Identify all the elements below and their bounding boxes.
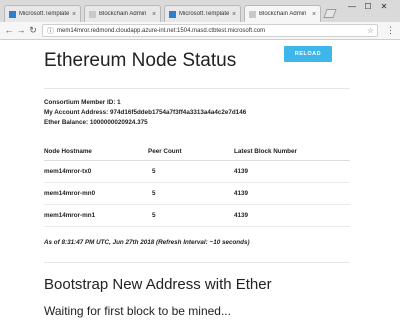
new-tab-button[interactable] bbox=[323, 9, 337, 18]
forward-arrow-icon[interactable]: → bbox=[16, 25, 26, 36]
bootstrap-section-title: Bootstrap New Address with Ether bbox=[44, 276, 272, 293]
hostname-cell: mem14mror-mn1 bbox=[44, 204, 148, 227]
page-content: Ethereum Node Status RELOAD Consortium M… bbox=[0, 40, 400, 325]
node-status-table: Node Hostname Peer Count Latest Block Nu… bbox=[44, 142, 350, 227]
column-header: Peer Count bbox=[148, 142, 234, 161]
account-info: Consortium Member ID: 1 My Account Addre… bbox=[44, 98, 246, 128]
column-header: Node Hostname bbox=[44, 142, 148, 161]
close-tab-icon[interactable]: × bbox=[230, 11, 238, 18]
url-text[interactable]: mem14mror.redmond.cloudapp.azure-int.net… bbox=[57, 28, 367, 34]
table-row: mem14mror-tx0 5 4139 bbox=[44, 160, 350, 183]
page-title: Ethereum Node Status bbox=[44, 50, 237, 71]
member-id-text: Consortium Member ID: 1 bbox=[44, 99, 121, 106]
block-number-cell: 4139 bbox=[234, 160, 350, 183]
table-row: mem14mror-mn1 5 4139 bbox=[44, 204, 350, 227]
divider bbox=[44, 88, 350, 89]
reload-button[interactable]: RELOAD bbox=[284, 46, 332, 62]
menu-kebab-icon[interactable]: ⋮ bbox=[386, 24, 395, 36]
browser-toolbar: ← → ↻ ⓘ mem14mror.redmond.cloudapp.azure… bbox=[0, 22, 400, 40]
tab-label: Microsoft.Template - Mi bbox=[19, 11, 70, 17]
peer-count-cell: 5 bbox=[148, 182, 234, 205]
page-favicon-icon bbox=[249, 10, 256, 18]
divider bbox=[44, 262, 350, 263]
info-icon[interactable]: ⓘ bbox=[47, 26, 54, 36]
column-header: Latest Block Number bbox=[234, 142, 350, 161]
peer-count-cell: 5 bbox=[148, 204, 234, 227]
peer-count-cell: 5 bbox=[148, 160, 234, 183]
hostname-cell: mem14mror-mn0 bbox=[44, 182, 148, 205]
microsoft-favicon-icon bbox=[169, 10, 176, 18]
page-favicon-icon bbox=[89, 10, 96, 18]
account-address-text: My Account Address: 974d16f5ddeb1754a7f3… bbox=[44, 109, 247, 116]
tab-label: Blockchain Admin bbox=[99, 11, 147, 17]
browser-tab-4-active[interactable]: Blockchain Admin × bbox=[244, 5, 321, 22]
bookmark-star-icon[interactable]: ☆ bbox=[367, 26, 374, 35]
close-tab-icon[interactable]: × bbox=[150, 11, 158, 18]
refresh-icon[interactable]: ↻ bbox=[28, 25, 38, 36]
close-window-icon[interactable]: ✕ bbox=[377, 2, 391, 11]
refresh-status-text: As of 8:31:47 PM UTC, Jun 27th 2018 (Ref… bbox=[44, 239, 250, 246]
tab-bar: Microsoft.Template - Mi × Blockchain Adm… bbox=[0, 0, 400, 22]
minimize-icon[interactable]: — bbox=[345, 2, 359, 11]
waiting-message: Waiting for first block to be mined... bbox=[44, 304, 231, 318]
maximize-icon[interactable]: ☐ bbox=[361, 2, 375, 11]
address-bar[interactable]: ⓘ mem14mror.redmond.cloudapp.azure-int.n… bbox=[42, 24, 378, 37]
tab-label: Blockchain Admin bbox=[259, 11, 307, 17]
back-arrow-icon[interactable]: ← bbox=[4, 25, 14, 36]
tab-label: Microsoft.Template - Mi bbox=[179, 11, 230, 17]
block-number-cell: 4139 bbox=[234, 182, 350, 205]
table-row: mem14mror-mn0 5 4139 bbox=[44, 182, 350, 205]
browser-tab-3[interactable]: Microsoft.Template - Mi × bbox=[164, 5, 241, 22]
browser-chrome: Microsoft.Template - Mi × Blockchain Adm… bbox=[0, 0, 400, 40]
close-tab-icon[interactable]: × bbox=[310, 11, 318, 18]
microsoft-favicon-icon bbox=[9, 10, 16, 18]
block-number-cell: 4139 bbox=[234, 204, 350, 227]
close-tab-icon[interactable]: × bbox=[70, 11, 78, 18]
browser-tab-2[interactable]: Blockchain Admin × bbox=[84, 5, 161, 22]
table-header-row: Node Hostname Peer Count Latest Block Nu… bbox=[44, 142, 350, 161]
ether-balance-text: Ether Balance: 1000000020924.375 bbox=[44, 119, 148, 126]
hostname-cell: mem14mror-tx0 bbox=[44, 160, 148, 183]
browser-tab-1[interactable]: Microsoft.Template - Mi × bbox=[4, 5, 81, 22]
